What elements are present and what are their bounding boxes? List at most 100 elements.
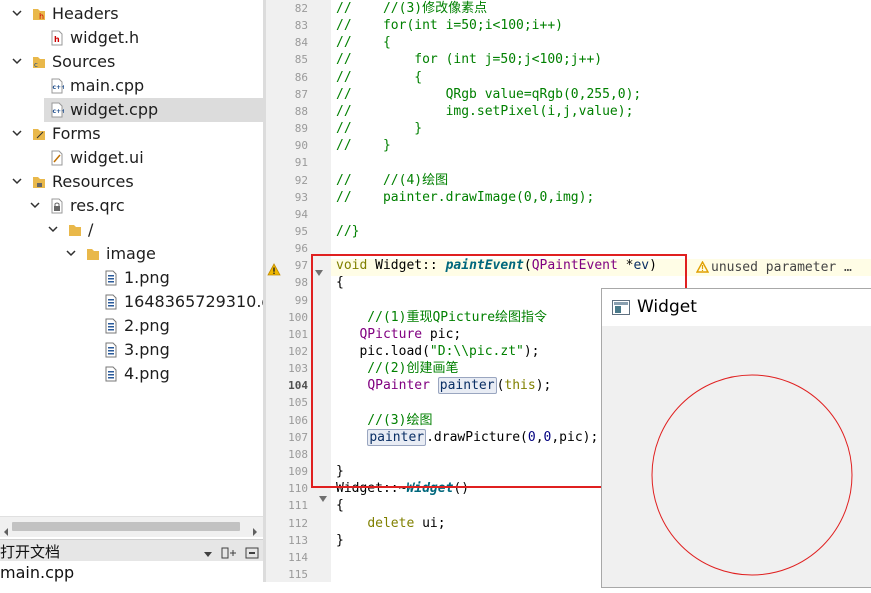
warning-icon — [267, 261, 281, 276]
code-line[interactable]: // //(3)修改像素点 — [336, 0, 487, 17]
line-number: 87 — [294, 87, 308, 101]
widget-canvas — [602, 326, 871, 589]
widget-window-title: Widget — [637, 297, 697, 317]
open-documents-title: 打开文档 — [0, 543, 61, 561]
scrollbar-thumb[interactable] — [12, 522, 240, 531]
scroll-right-icon[interactable] — [251, 522, 259, 536]
expand-arrow-icon[interactable] — [12, 128, 22, 138]
tree-item[interactable]: image — [0, 242, 263, 266]
line-number: 111 — [288, 499, 308, 513]
widget-titlebar[interactable]: Widget — [602, 289, 871, 326]
svg-text:c++: c++ — [53, 84, 65, 91]
tree-item[interactable]: 3.png — [0, 338, 263, 362]
tree-item-label: Forms — [52, 124, 101, 143]
tree-item[interactable]: 1648365729310.gif — [0, 290, 263, 314]
tree-item[interactable]: c++ main.cpp — [0, 74, 263, 98]
window-app-icon — [612, 300, 630, 315]
tree-item-label: widget.h — [70, 28, 140, 47]
open-document-item[interactable]: main.cpp — [0, 563, 74, 582]
code-line[interactable]: // } — [336, 137, 391, 154]
tree-item-label: 4.png — [124, 364, 170, 383]
code-line[interactable]: // for (int j=50;j<100;j++) — [336, 51, 602, 68]
tree-item[interactable]: c Sources — [0, 50, 263, 74]
tree-item[interactable]: Forms — [0, 122, 263, 146]
tree-item[interactable]: 4.png — [0, 362, 263, 386]
tree-item[interactable]: res.qrc — [0, 194, 263, 218]
code-line[interactable]: // { — [336, 34, 391, 51]
line-number: 90 — [294, 139, 308, 153]
cpp-file-icon: c++ — [50, 78, 66, 94]
expand-arrow-icon[interactable] — [48, 224, 58, 234]
line-number: 106 — [288, 413, 308, 427]
code-line[interactable]: // } — [336, 120, 422, 137]
line-number: 112 — [288, 516, 308, 530]
tree-item[interactable]: widget.ui — [0, 146, 263, 170]
line-number: 108 — [288, 447, 308, 461]
code-line[interactable]: delete ui; — [336, 515, 445, 532]
code-line[interactable]: // //(4)绘图 — [336, 172, 448, 189]
expand-arrow-icon[interactable] — [12, 56, 22, 66]
expand-arrow-icon[interactable] — [30, 200, 40, 210]
line-number: 104 — [288, 379, 308, 393]
forms-folder-icon — [32, 126, 46, 142]
line-number: 101 — [288, 327, 308, 341]
code-line[interactable]: // QRgb value=qRgb(0,255,0); — [336, 86, 641, 103]
tree-item-label: Resources — [52, 172, 134, 191]
line-number: 83 — [294, 19, 308, 33]
expand-arrow-icon[interactable] — [66, 248, 76, 258]
tree-horizontal-scrollbar[interactable] — [0, 516, 263, 537]
line-number: 92 — [294, 173, 308, 187]
line-number: 109 — [288, 465, 308, 479]
line-number: 95 — [294, 224, 308, 238]
tree-item[interactable]: c++ widget.cpp — [44, 98, 263, 122]
line-number: 113 — [288, 533, 308, 547]
code-line[interactable]: { — [336, 497, 344, 514]
image-file-icon — [104, 366, 118, 382]
tree-item[interactable]: Resources — [0, 170, 263, 194]
expand-arrow-icon[interactable] — [12, 8, 22, 18]
warning-text: unused parameter … — [711, 260, 852, 275]
line-number: 105 — [288, 396, 308, 410]
tree-item[interactable]: h Headers — [0, 2, 263, 26]
tree-item[interactable]: 2.png — [0, 314, 263, 338]
code-line[interactable]: //} — [336, 223, 359, 240]
warning-small-icon — [695, 260, 710, 278]
project-tree[interactable]: h Headers h widget.h c Sources c++ main.cpp c++ w… — [0, 0, 263, 516]
line-number: 103 — [288, 362, 308, 376]
headers-folder-icon: h — [32, 6, 46, 22]
tree-item[interactable]: h widget.h — [0, 26, 263, 50]
tree-item[interactable]: 1.png — [0, 266, 263, 290]
folder-icon — [68, 222, 82, 238]
line-number: 98 — [294, 276, 308, 290]
line-number: 82 — [294, 2, 308, 15]
code-line[interactable]: // for(int i=50;i<100;i++) — [336, 17, 563, 34]
cpp-file-icon: c++ — [50, 102, 66, 118]
image-file-icon — [104, 270, 118, 286]
code-line[interactable]: // { — [336, 69, 422, 86]
line-number: 100 — [288, 310, 308, 324]
ui-file-icon — [50, 150, 64, 166]
line-number: 94 — [294, 207, 308, 221]
line-number: 89 — [294, 122, 308, 136]
folder-icon — [86, 246, 100, 262]
scroll-left-icon[interactable] — [2, 522, 10, 536]
tree-item-label: Headers — [52, 4, 119, 23]
fold-arrow-icon[interactable] — [318, 489, 328, 502]
line-number: 107 — [288, 430, 308, 444]
widget-window[interactable]: Widget — [601, 288, 871, 588]
svg-text:c: c — [34, 61, 38, 69]
code-line[interactable]: } — [336, 532, 344, 549]
line-number: 88 — [294, 104, 308, 118]
svg-text:h: h — [39, 12, 44, 21]
tree-item-label: Sources — [52, 52, 116, 71]
header-file-icon: h — [50, 30, 64, 46]
tree-item-label: / — [88, 220, 94, 239]
line-number: 102 — [288, 345, 308, 358]
code-line[interactable]: // painter.drawImage(0,0,img); — [336, 189, 594, 206]
line-number: 110 — [288, 482, 308, 496]
code-line[interactable]: // img.setPixel(i,j,value); — [336, 103, 633, 120]
image-file-icon — [104, 294, 118, 310]
line-number: 91 — [294, 156, 308, 170]
tree-item[interactable]: / — [0, 218, 263, 242]
expand-arrow-icon[interactable] — [12, 176, 22, 186]
